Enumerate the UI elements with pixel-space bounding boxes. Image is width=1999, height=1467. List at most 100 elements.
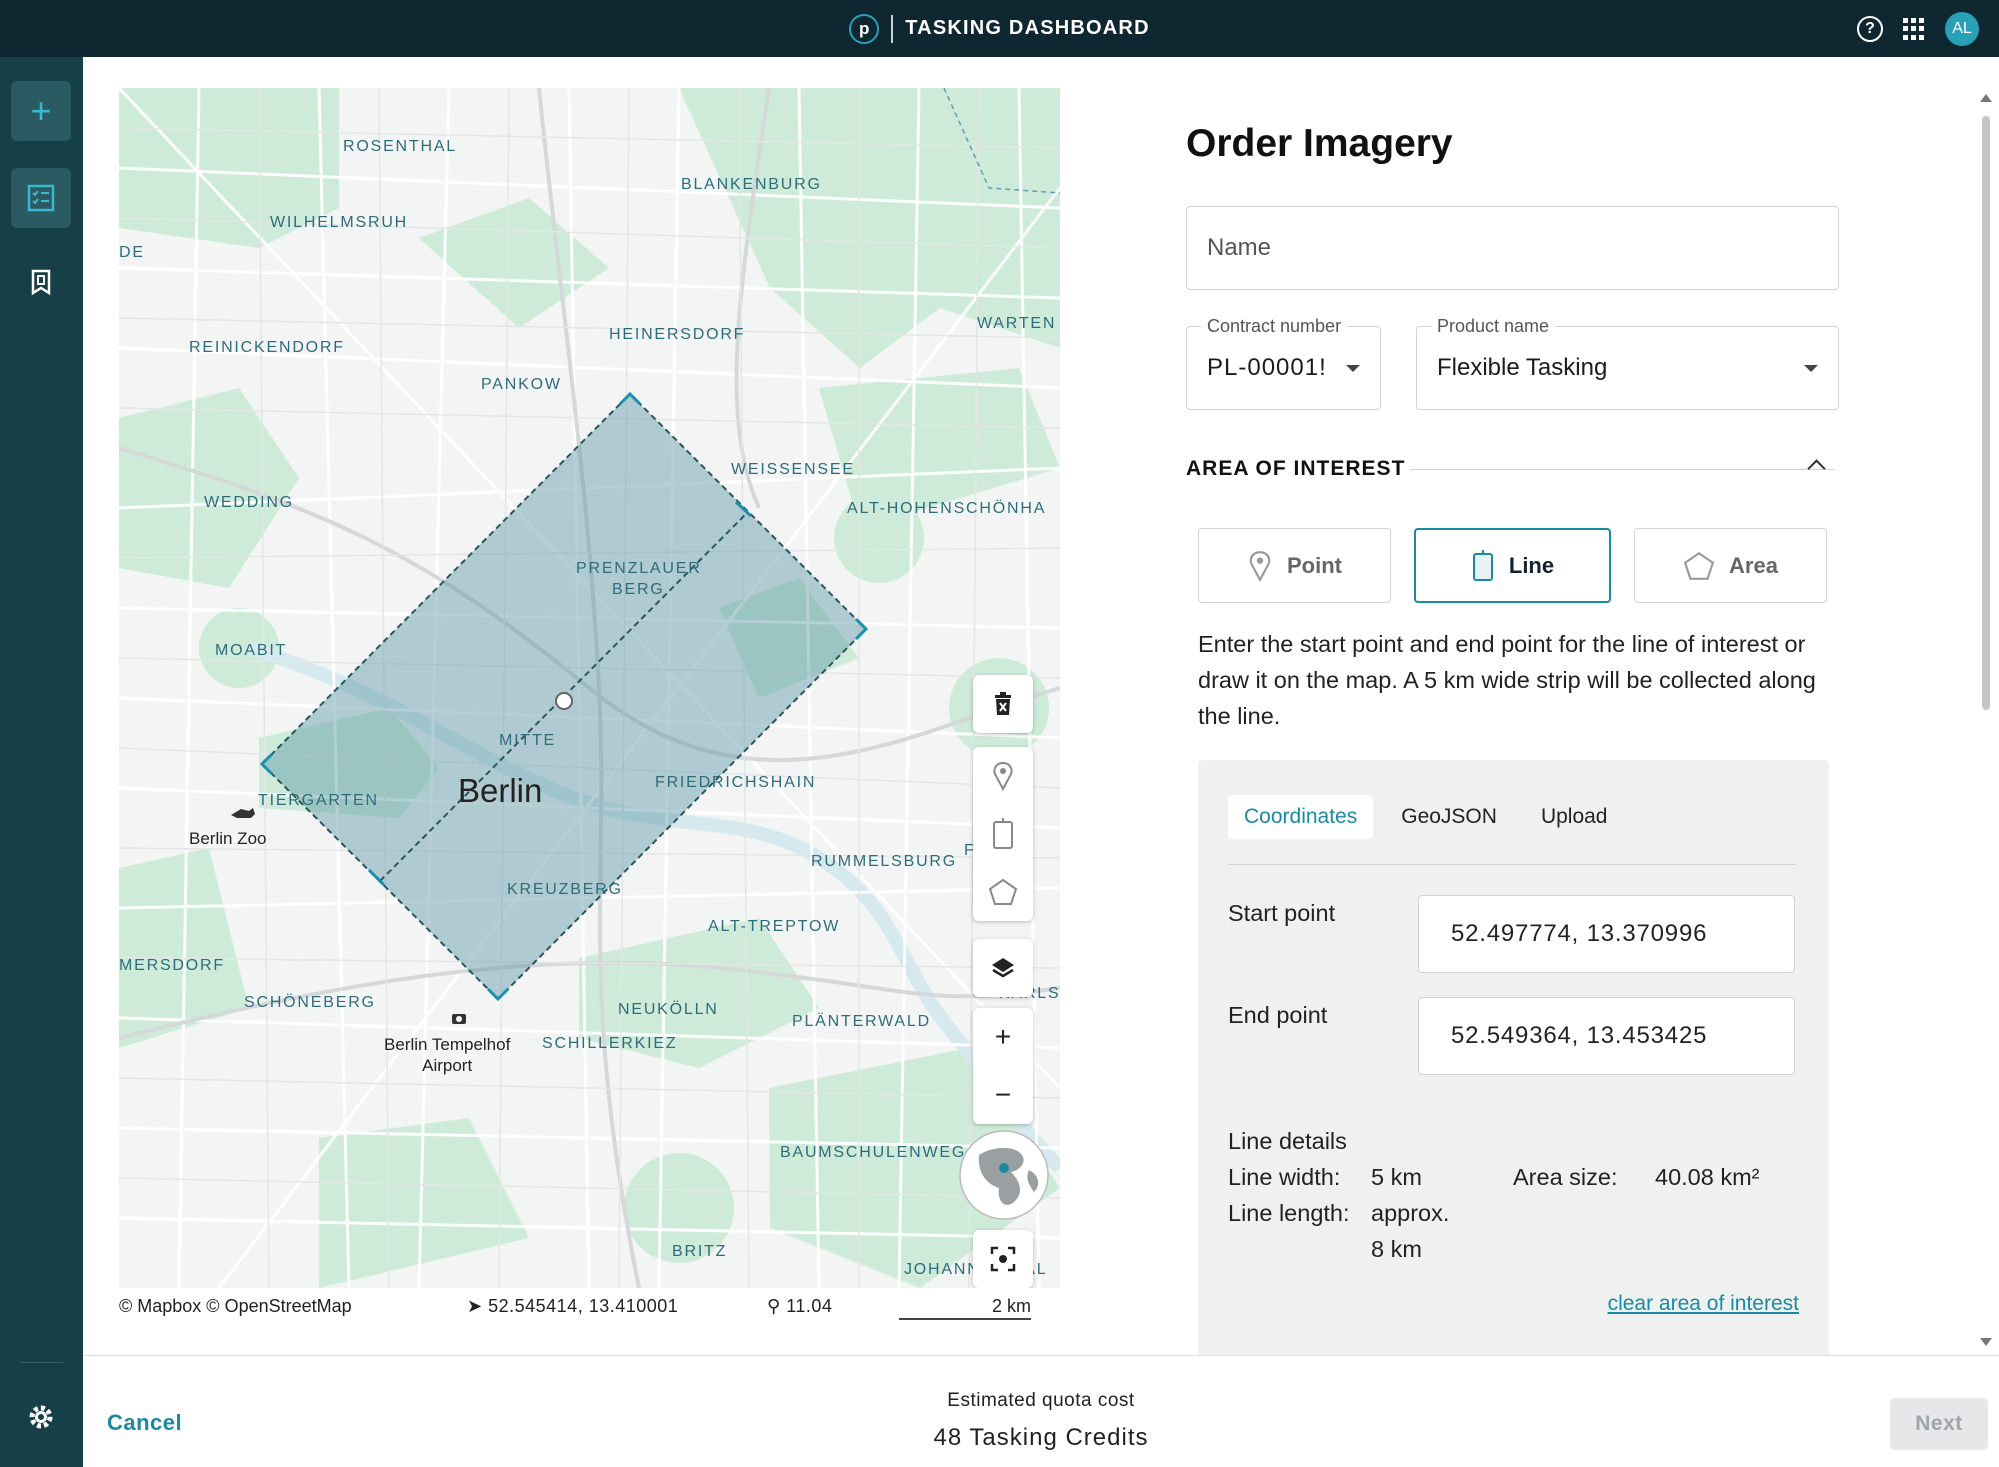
product-name-value: Flexible Tasking xyxy=(1437,354,1608,381)
apps-grid-icon[interactable] xyxy=(1903,18,1925,40)
magnifier-icon: ⚲ xyxy=(767,1296,781,1316)
page-title: Order Imagery xyxy=(1186,122,1453,165)
line-length-value: approx. xyxy=(1371,1200,1450,1226)
map-label-kreuzberg: KREUZBERG xyxy=(507,881,623,898)
geometry-point-button[interactable]: Point xyxy=(1198,528,1391,603)
top-bar: p TASKING DASHBOARD ? AL xyxy=(0,0,1999,57)
contract-number-value: PL-00001! xyxy=(1207,354,1327,381)
draw-line-button[interactable] xyxy=(973,805,1033,863)
next-button[interactable]: Next xyxy=(1890,1398,1988,1450)
polygon-icon xyxy=(1683,551,1715,580)
orders-list-button[interactable] xyxy=(11,168,71,228)
cursor-coordinates: ➤ 52.545414, 13.410001 xyxy=(467,1296,678,1317)
end-point-label: End point xyxy=(1228,1002,1328,1028)
chevron-down-icon xyxy=(1804,365,1818,372)
aoi-input-panel: Coordinates GeoJSON Upload Start point 5… xyxy=(1198,760,1829,1360)
top-actions: ? AL xyxy=(1857,12,1979,46)
zoom-out-button[interactable]: − xyxy=(973,1066,1033,1124)
delete-button[interactable] xyxy=(973,675,1033,733)
new-order-button[interactable]: + xyxy=(11,81,71,141)
gear-icon xyxy=(29,1405,53,1429)
cursor-arrow-icon: ➤ xyxy=(467,1296,483,1316)
map-label-pankow: PANKOW xyxy=(481,376,562,393)
line-width-label: Line width: xyxy=(1228,1164,1341,1190)
help-icon[interactable]: ? xyxy=(1857,16,1883,42)
map-label-rosenthal: ROSENTHAL xyxy=(343,138,457,155)
brand[interactable]: p TASKING DASHBOARD xyxy=(849,13,1149,44)
map-label-friedrichshain: FRIEDRICHSHAIN xyxy=(655,774,817,791)
map-label-baumschulenweg: BAUMSCHULENWEG xyxy=(780,1144,967,1161)
recenter-tool-group xyxy=(973,1230,1033,1288)
map-label-mersdorf: MERSDORF xyxy=(119,957,225,974)
product-name-select[interactable]: Product name Flexible Tasking xyxy=(1416,316,1839,410)
avatar[interactable]: AL xyxy=(1945,12,1979,46)
poi-tempelhof-line2: Airport xyxy=(422,1056,473,1075)
map-label-moabit: MOABIT xyxy=(215,642,288,659)
clear-aoi-link[interactable]: clear area of interest xyxy=(1608,1292,1799,1316)
poi-tempelhof-line1: Berlin Tempelhof xyxy=(384,1035,511,1054)
poi-tempelhof-airport[interactable]: Berlin Tempelhof Airport xyxy=(384,1034,510,1076)
plus-icon: + xyxy=(30,90,52,131)
map-label-planterwald: PLÄNTERWALD xyxy=(792,1013,931,1030)
map-label-schillerkiez: SCHILLERKIEZ xyxy=(542,1035,678,1052)
map-attribution[interactable]: © Mapbox © OpenStreetMap xyxy=(119,1296,352,1317)
draw-polygon-button[interactable] xyxy=(973,863,1033,921)
map-label-warten: WARTEN xyxy=(977,315,1057,332)
map-label-wilhelmsruh: WILHELMSRUH xyxy=(270,214,409,231)
rail-divider xyxy=(20,1362,63,1363)
map-canvas[interactable]: ROSENTHAL BLANKENBURG WILHELMSRUH DE REI… xyxy=(119,88,1060,1288)
scroll-up-arrow[interactable] xyxy=(1980,94,1992,102)
map-label-alt-treptow: ALT-TREPTOW xyxy=(708,918,841,935)
tab-geojson[interactable]: GeoJSON xyxy=(1385,795,1513,839)
line-strip-icon xyxy=(1472,549,1493,581)
map-label-neukolln: NEUKÖLLN xyxy=(618,1001,719,1018)
map-label-de: DE xyxy=(119,244,145,261)
map-label-wedding: WEDDING xyxy=(204,494,294,511)
line-width-value: 5 km xyxy=(1371,1164,1422,1190)
tab-coordinates[interactable]: Coordinates xyxy=(1228,795,1374,839)
geometry-area-label: Area xyxy=(1729,552,1778,578)
point-tool-icon xyxy=(993,761,1013,791)
geometry-line-button[interactable]: Line xyxy=(1414,528,1611,603)
map-pin-icon xyxy=(1249,550,1271,582)
area-size-label: Area size: xyxy=(1513,1164,1618,1190)
aoi-input-tabs: Coordinates GeoJSON Upload xyxy=(1228,795,1624,839)
zoom-level: ⚲ 11.04 xyxy=(767,1296,832,1317)
logo-icon: p xyxy=(849,13,880,44)
tab-upload[interactable]: Upload xyxy=(1525,795,1624,839)
archive-button[interactable] xyxy=(11,252,71,312)
start-point-input[interactable]: 52.497774, 13.370996 xyxy=(1418,895,1795,973)
layers-button[interactable] xyxy=(973,939,1033,997)
recenter-button[interactable] xyxy=(973,1230,1033,1288)
geometry-area-button[interactable]: Area xyxy=(1634,528,1827,603)
chevron-up-icon[interactable] xyxy=(1807,459,1826,478)
end-point-input[interactable]: 52.549364, 13.453425 xyxy=(1418,997,1795,1075)
footer-bar: Cancel Estimated quota cost 48 Tasking C… xyxy=(83,1355,1999,1467)
draw-point-button[interactable] xyxy=(973,747,1033,805)
zoom-in-button[interactable]: + xyxy=(973,1008,1033,1066)
scale-bar: 2 km xyxy=(899,1292,1031,1320)
recenter-icon xyxy=(990,1246,1016,1272)
map-label-britz: BRITZ xyxy=(672,1243,728,1260)
quota-value: 48 Tasking Credits xyxy=(933,1424,1149,1451)
chevron-down-icon xyxy=(1346,365,1360,372)
delete-tool-group xyxy=(973,675,1033,733)
contract-number-select[interactable]: Contract number PL-00001! xyxy=(1186,316,1381,410)
map-label-reinickendorf: REINICKENDORF xyxy=(189,339,345,356)
poi-berlin-zoo[interactable]: Berlin Zoo xyxy=(189,828,266,849)
product-name-label: Product name xyxy=(1431,316,1556,337)
tabs-divider xyxy=(1228,864,1796,865)
bookmark-building-icon xyxy=(31,269,51,296)
line-tool-icon xyxy=(993,818,1013,849)
polygon-tool-icon xyxy=(988,878,1018,905)
scroll-down-arrow[interactable] xyxy=(1980,1338,1992,1346)
globe-minimap[interactable] xyxy=(959,1130,1049,1220)
aoi-heading: AREA OF INTEREST xyxy=(1186,457,1406,480)
settings-button[interactable] xyxy=(11,1387,71,1447)
scrollbar-thumb[interactable] xyxy=(1982,116,1990,710)
contract-number-label: Contract number xyxy=(1201,316,1348,337)
basemap xyxy=(119,88,1060,1288)
draw-tool-group xyxy=(973,747,1033,921)
quota-label: Estimated quota cost xyxy=(947,1390,1135,1411)
name-field[interactable]: Name xyxy=(1186,206,1839,290)
